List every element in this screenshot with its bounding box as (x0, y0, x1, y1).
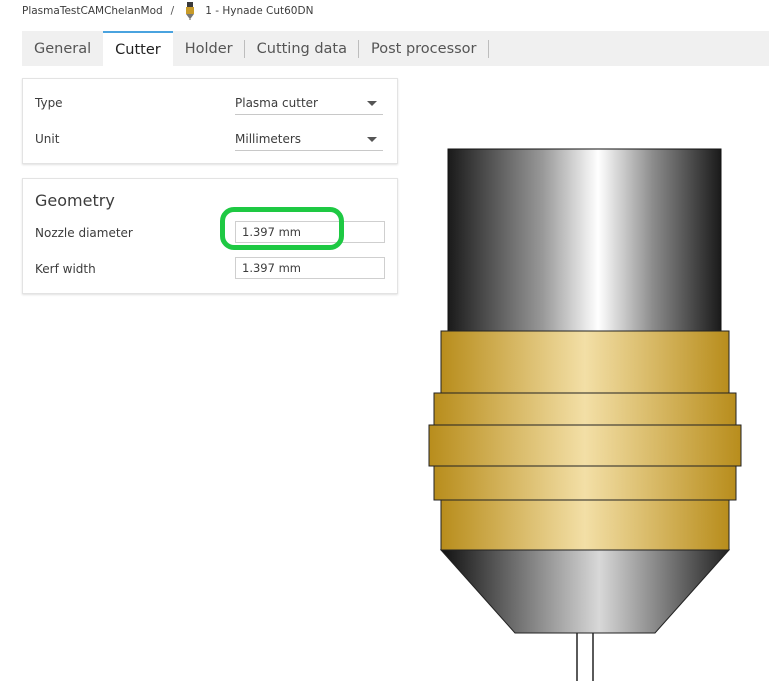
tab-bar: General Cutter Holder Cutting data Post … (22, 31, 769, 66)
tab-general[interactable]: General (22, 31, 103, 66)
nozzle-diameter-field[interactable]: 1.397 mm (235, 221, 385, 243)
cutter-preview (420, 140, 760, 681)
nozzle-diameter-label: Nozzle diameter (35, 226, 133, 240)
chevron-down-icon (367, 137, 377, 142)
tab-post-processor-label: Post processor (371, 40, 477, 57)
unit-select-value: Millimeters (235, 132, 302, 146)
plasma-torch-illustration (428, 148, 742, 681)
breadcrumb-tool[interactable]: 1 - Hynade Cut60DN (205, 5, 313, 17)
settings-panel: Type Plasma cutter Unit Millimeters (22, 78, 398, 164)
kerf-width-value: 1.397 mm (242, 261, 301, 275)
type-select[interactable]: Plasma cutter (235, 92, 383, 115)
unit-label: Unit (35, 132, 60, 146)
tab-holder-label: Holder (184, 40, 233, 57)
tab-cutter-label: Cutter (115, 41, 161, 58)
tab-cutting-data[interactable]: Cutting data (245, 31, 360, 66)
type-select-value: Plasma cutter (235, 96, 318, 110)
type-label: Type (35, 96, 63, 110)
plasma-torch-icon (183, 2, 197, 20)
kerf-width-field[interactable]: 1.397 mm (235, 257, 385, 279)
tab-divider (487, 40, 489, 58)
chevron-down-icon (367, 101, 377, 106)
geometry-title: Geometry (35, 191, 115, 210)
geometry-panel: Geometry Nozzle diameter 1.397 mm Kerf w… (22, 178, 398, 294)
tab-post-processor[interactable]: Post processor (359, 31, 489, 66)
kerf-width-label: Kerf width (35, 262, 96, 276)
breadcrumb-separator: / (170, 5, 175, 17)
tab-cutting-data-label: Cutting data (256, 40, 348, 57)
tab-general-label: General (34, 40, 92, 57)
breadcrumb-document[interactable]: PlasmaTestCAMChelanMod (22, 5, 163, 17)
breadcrumb: PlasmaTestCAMChelanMod / 1 - Hynade Cut6… (22, 0, 313, 22)
tab-cutter[interactable]: Cutter (103, 31, 173, 66)
unit-select[interactable]: Millimeters (235, 128, 383, 151)
tab-holder[interactable]: Holder (173, 31, 245, 66)
nozzle-diameter-value: 1.397 mm (242, 225, 301, 239)
